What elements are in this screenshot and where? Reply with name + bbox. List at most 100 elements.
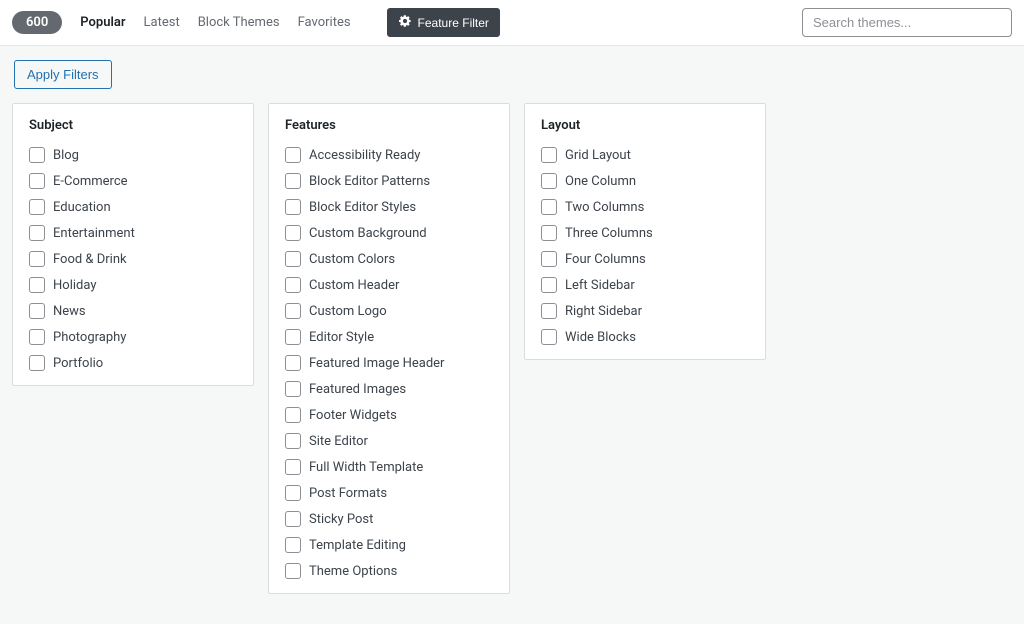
checkbox[interactable] [541,173,557,189]
checkbox[interactable] [285,563,301,579]
checkbox-row[interactable]: Two Columns [541,199,749,215]
checkbox[interactable] [285,329,301,345]
checkbox[interactable] [29,355,45,371]
checkbox-label: Block Editor Styles [309,200,416,215]
checkbox-label: Portfolio [53,356,103,371]
top-bar: 600 Popular Latest Block Themes Favorite… [0,0,1024,46]
checkbox[interactable] [285,355,301,371]
checkbox[interactable] [29,329,45,345]
checkbox-row[interactable]: Footer Widgets [285,407,493,423]
checkbox-row[interactable]: Full Width Template [285,459,493,475]
checkbox-label: Footer Widgets [309,408,397,423]
checkbox[interactable] [541,329,557,345]
checkbox-label: Left Sidebar [565,278,635,293]
checkbox-row[interactable]: Block Editor Styles [285,199,493,215]
tab-favorites[interactable]: Favorites [298,11,351,34]
checkbox[interactable] [541,199,557,215]
checkbox-row[interactable]: Four Columns [541,251,749,267]
checkbox[interactable] [285,407,301,423]
checkbox-row[interactable]: Wide Blocks [541,329,749,345]
checkbox-row[interactable]: Custom Logo [285,303,493,319]
checkbox-label: Theme Options [309,564,397,579]
checkbox[interactable] [541,277,557,293]
checkbox[interactable] [29,251,45,267]
checkbox[interactable] [285,199,301,215]
checkbox[interactable] [29,225,45,241]
checkbox[interactable] [285,251,301,267]
checkbox[interactable] [285,537,301,553]
feature-filter-button[interactable]: Feature Filter [387,8,500,37]
checkbox-row[interactable]: Entertainment [29,225,237,241]
checkbox[interactable] [29,303,45,319]
checkbox[interactable] [29,277,45,293]
search-input[interactable] [802,8,1012,37]
checkbox-row[interactable]: Post Formats [285,485,493,501]
checkbox-row[interactable]: One Column [541,173,749,189]
checkbox-row[interactable]: Theme Options [285,563,493,579]
filter-title-features: Features [285,118,493,133]
checkbox-row[interactable]: Three Columns [541,225,749,241]
checkbox[interactable] [285,433,301,449]
features-list: Accessibility Ready Block Editor Patterns… [285,147,493,579]
checkbox[interactable] [29,147,45,163]
checkbox[interactable] [29,199,45,215]
checkbox[interactable] [285,277,301,293]
layout-list: Grid Layout One Column Two Columns Three Co… [541,147,749,345]
checkbox-label: Sticky Post [309,512,373,527]
checkbox-row[interactable]: Block Editor Patterns [285,173,493,189]
checkbox-row[interactable]: Accessibility Ready [285,147,493,163]
checkbox-row[interactable]: Holiday [29,277,237,293]
checkbox[interactable] [285,173,301,189]
checkbox[interactable] [285,381,301,397]
checkbox-row[interactable]: Custom Colors [285,251,493,267]
checkbox[interactable] [285,303,301,319]
checkbox-row[interactable]: Featured Images [285,381,493,397]
checkbox-label: News [53,304,86,319]
checkbox[interactable] [285,147,301,163]
subject-list: Blog E-Commerce Education Entertainment Food… [29,147,237,371]
checkbox-row[interactable]: Template Editing [285,537,493,553]
checkbox-row[interactable]: Custom Header [285,277,493,293]
filter-title-layout: Layout [541,118,749,133]
checkbox[interactable] [541,225,557,241]
checkbox-label: E-Commerce [53,174,128,189]
filter-content: Apply Filters Subject BlogE-CommerceEduc… [0,46,1024,624]
checkbox-label: Accessibility Ready [309,148,420,163]
checkbox-label: Photography [53,330,126,345]
checkbox-row[interactable]: Sticky Post [285,511,493,527]
tab-block-themes[interactable]: Block Themes [198,11,280,34]
checkbox-row[interactable]: Food & Drink [29,251,237,267]
checkbox[interactable] [285,485,301,501]
checkbox-row[interactable]: Editor Style [285,329,493,345]
tab-latest[interactable]: Latest [144,11,180,34]
theme-count-badge: 600 [12,11,62,34]
checkbox-row[interactable]: Education [29,199,237,215]
checkbox[interactable] [285,459,301,475]
apply-filters-button[interactable]: Apply Filters [14,60,112,89]
checkbox-row[interactable]: E-Commerce [29,173,237,189]
checkbox-row[interactable]: Grid Layout [541,147,749,163]
checkbox[interactable] [285,225,301,241]
tab-popular[interactable]: Popular [80,11,125,34]
checkbox[interactable] [29,173,45,189]
checkbox-label: Three Columns [565,226,653,241]
checkbox-row[interactable]: Blog [29,147,237,163]
checkbox[interactable] [285,511,301,527]
checkbox-label: Block Editor Patterns [309,174,430,189]
checkbox-label: Two Columns [565,200,644,215]
checkbox-label: Wide Blocks [565,330,636,345]
checkbox[interactable] [541,251,557,267]
checkbox-row[interactable]: Portfolio [29,355,237,371]
checkbox-row[interactable]: Right Sidebar [541,303,749,319]
checkbox-label: Site Editor [309,434,368,449]
gear-icon [398,14,412,31]
checkbox[interactable] [541,303,557,319]
checkbox-row[interactable]: Left Sidebar [541,277,749,293]
checkbox-row[interactable]: News [29,303,237,319]
checkbox[interactable] [541,147,557,163]
checkbox-row[interactable]: Custom Background [285,225,493,241]
checkbox-label: Food & Drink [53,252,127,267]
checkbox-row[interactable]: Photography [29,329,237,345]
checkbox-row[interactable]: Site Editor [285,433,493,449]
checkbox-row[interactable]: Featured Image Header [285,355,493,371]
